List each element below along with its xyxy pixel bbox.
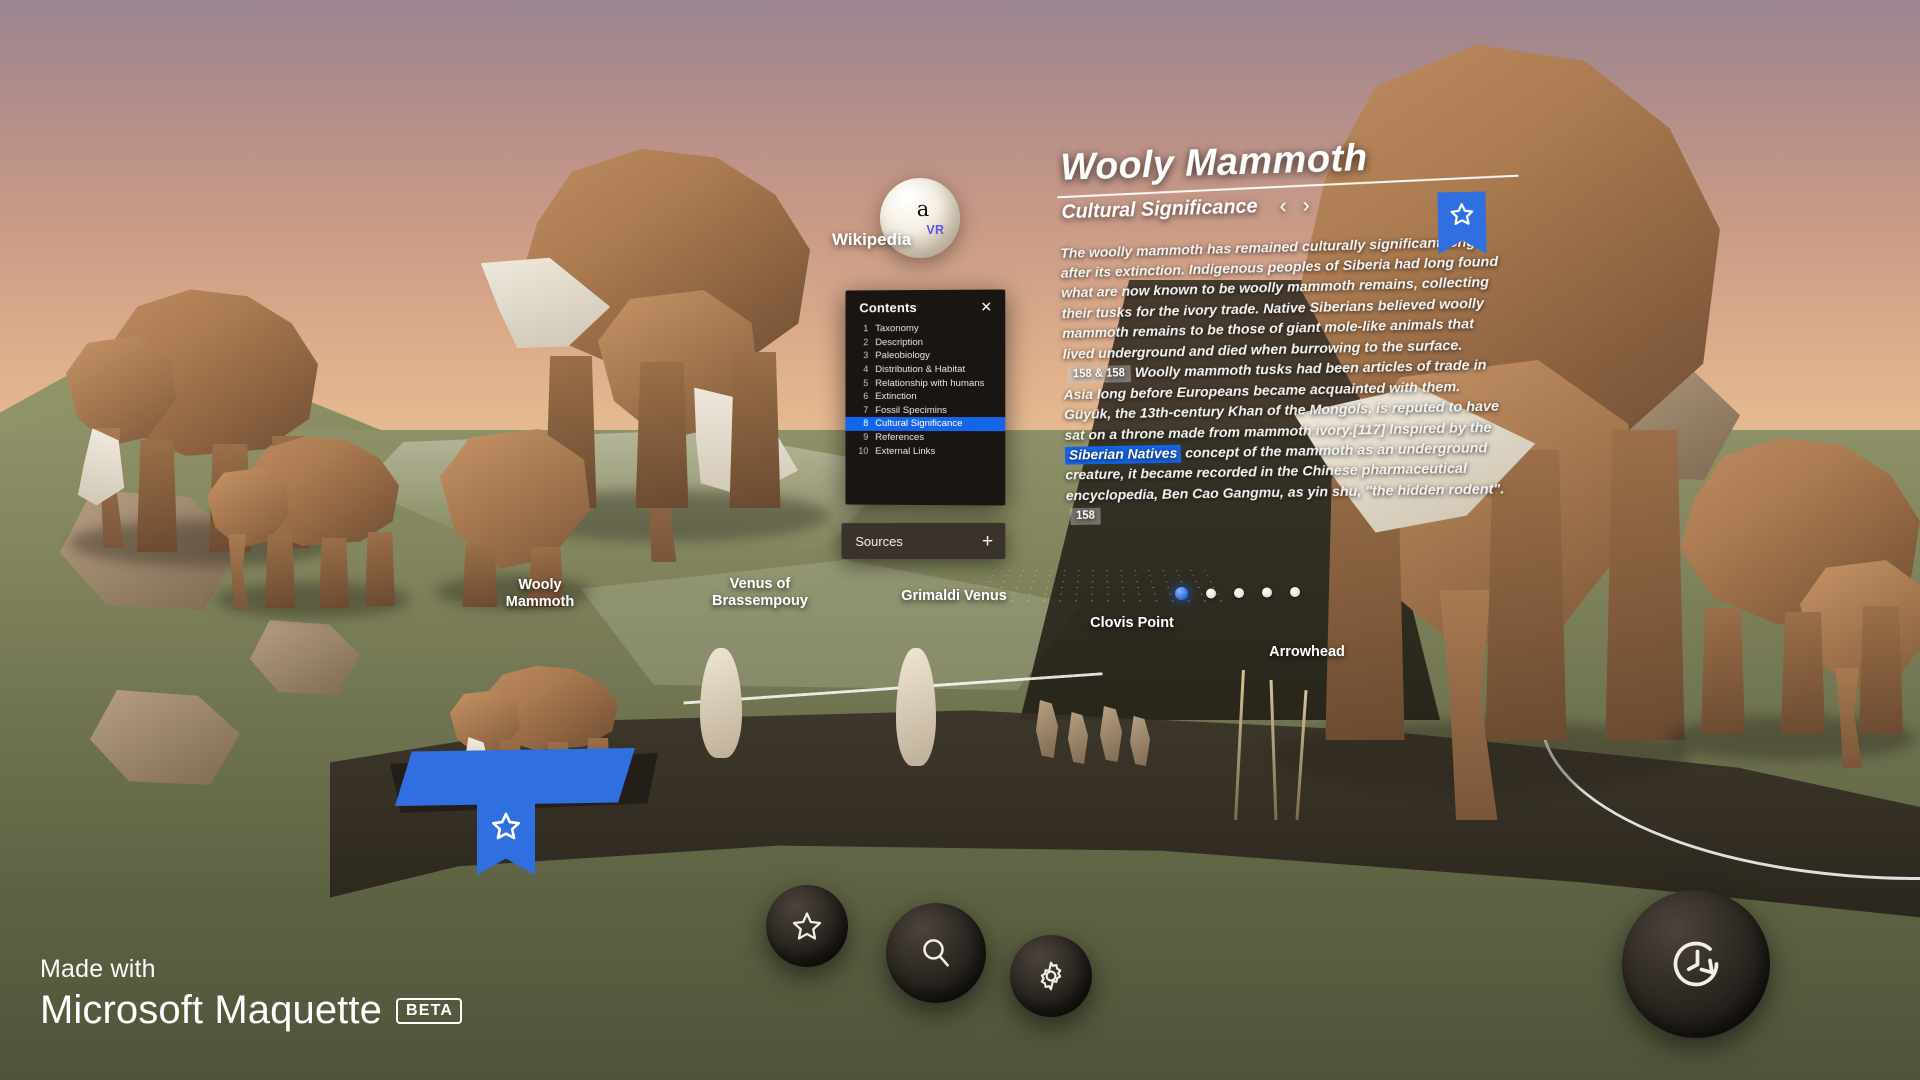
contents-list: 1 Taxonomy 2 Description 3 Paleobiology … — [845, 322, 1006, 459]
wikipedia-vr-orb[interactable]: a VR Wikipedia — [832, 178, 960, 258]
toc-item-distribution-habitat[interactable]: 4 Distribution & Habitat — [845, 363, 1005, 377]
star-icon — [792, 912, 822, 940]
star-icon — [492, 813, 520, 840]
brand-row: Microsoft Maquette BETA — [40, 988, 463, 1033]
toc-item-external-links[interactable]: 10 External Links — [845, 444, 1005, 458]
prev-section-button[interactable]: ‹ — [1279, 194, 1287, 217]
toc-number: 8 — [863, 418, 869, 429]
highlighted-selection[interactable]: Siberian Natives — [1064, 444, 1182, 465]
article-section-title: Cultural Significance — [1061, 195, 1258, 223]
toc-item-fossil-specimins[interactable]: 7 Fossil Specimins — [845, 404, 1005, 418]
toc-number: 10 — [858, 445, 869, 456]
toc-label: Taxonomy — [875, 323, 919, 335]
toc-item-cultural-significance[interactable]: 8 Cultural Significance — [845, 417, 1006, 431]
toc-item-references[interactable]: 9 References — [845, 431, 1005, 445]
wikipedia-label: Wikipedia — [832, 230, 912, 249]
toc-number: 7 — [863, 404, 869, 415]
toc-label: External Links — [875, 445, 936, 457]
toc-number: 4 — [863, 364, 869, 375]
toc-item-extinction[interactable]: 6 Extinction — [845, 390, 1005, 404]
toc-label: Cultural Significance — [875, 418, 963, 430]
toc-number: 3 — [863, 350, 869, 361]
sources-panel[interactable]: Sources + — [841, 522, 1006, 560]
brand-beta-badge: BETA — [395, 997, 463, 1024]
contents-title: Contents — [859, 299, 917, 315]
star-icon — [1449, 200, 1475, 226]
toc-label: Extinction — [875, 391, 917, 403]
toc-item-taxonomy[interactable]: 1 Taxonomy — [845, 322, 1005, 336]
branding: Made with Microsoft Maquette BETA — [40, 955, 463, 1033]
add-source-icon[interactable]: + — [982, 530, 993, 551]
figurine-grimaldi-venus — [896, 648, 936, 766]
toc-item-description[interactable]: 2 Description — [845, 335, 1005, 349]
wikipedia-glyph: a — [916, 196, 930, 221]
toc-number: 1 — [863, 323, 869, 334]
figurine-venus-brassempouy — [700, 648, 742, 758]
wikipedia-vr-tag: VR — [926, 222, 945, 237]
article-pagination — [1174, 585, 1301, 601]
bookmark-button[interactable] — [766, 885, 848, 967]
close-icon[interactable]: ✕ — [977, 298, 995, 316]
contents-panel[interactable]: Contents ✕ 1 Taxonomy 2 Description 3 Pa… — [845, 289, 1006, 506]
gear-icon — [1040, 961, 1062, 991]
mammoth-left-calf — [205, 430, 425, 618]
toc-number: 6 — [863, 391, 869, 402]
pagination-dot[interactable] — [1205, 587, 1217, 599]
path-tile-highlighted[interactable] — [395, 748, 635, 806]
section-nav: ‹ › — [1279, 193, 1310, 217]
mammoth-foreground-head — [430, 425, 600, 609]
search-button[interactable] — [886, 903, 986, 1003]
pagination-dot-active[interactable] — [1174, 586, 1189, 601]
settings-button[interactable] — [1010, 935, 1092, 1017]
toc-label: Description — [875, 336, 924, 349]
toc-label: Distribution & Habitat — [875, 363, 966, 376]
citation-badge-1[interactable]: 158 & 158 — [1066, 365, 1132, 384]
toc-number: 5 — [863, 377, 869, 388]
vr-scene-root: a VR Wikipedia Contents ✕ 1 Taxonomy 2 D… — [0, 0, 1920, 1080]
search-icon — [923, 939, 949, 967]
pagination-dot[interactable] — [1233, 587, 1245, 598]
pagination-dot[interactable] — [1261, 586, 1273, 598]
article-text-part-1: The woolly mammoth has remained cultural… — [1060, 233, 1499, 363]
toc-label: Relationship with humans — [875, 377, 985, 389]
toc-number: 2 — [863, 337, 869, 348]
history-clock-icon — [1673, 941, 1719, 987]
toc-number: 9 — [863, 431, 869, 442]
brand-made-with: Made with — [40, 955, 156, 983]
pagination-dot[interactable] — [1289, 586, 1301, 597]
citation-badge-2[interactable]: 158 — [1070, 507, 1101, 525]
next-section-button[interactable]: › — [1302, 193, 1310, 216]
article-body: The woolly mammoth has remained cultural… — [1041, 227, 1516, 527]
contents-header: Contents ✕ — [845, 298, 1005, 321]
history-button[interactable] — [1622, 890, 1770, 1038]
brand-product-name: Microsoft Maquette — [40, 988, 382, 1032]
toc-item-paleobiology[interactable]: 3 Paleobiology — [845, 349, 1005, 363]
toc-item-relationship-with-humans[interactable]: 5 Relationship with humans — [845, 376, 1005, 390]
mammoth-far-right — [1650, 430, 1920, 768]
toc-label: Fossil Specimins — [875, 404, 947, 416]
toc-label: Paleobiology — [875, 350, 930, 362]
toc-label: References — [875, 431, 925, 444]
sources-label: Sources — [855, 533, 903, 549]
